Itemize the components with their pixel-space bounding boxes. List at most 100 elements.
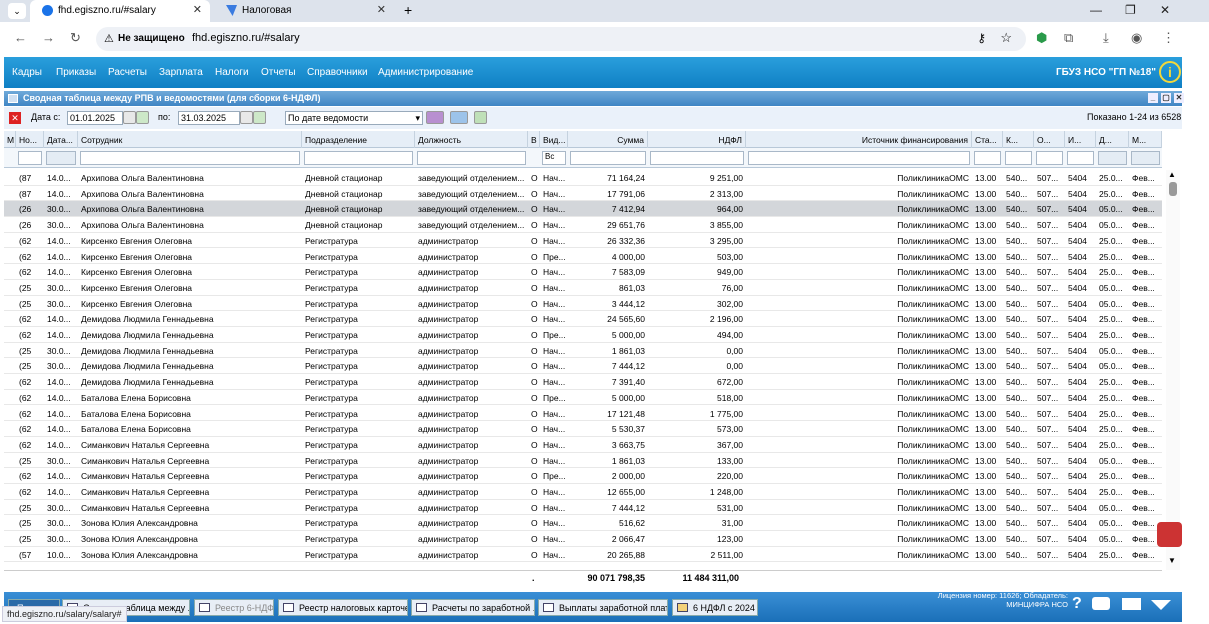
column-filter-input[interactable] [80,151,300,165]
scroll-up-icon[interactable]: ▲ [1168,170,1176,179]
tab-list-button[interactable]: ⌄ [8,3,26,19]
column-header[interactable]: Должность [415,131,528,148]
profile-icon[interactable]: ◉ [1131,30,1142,46]
column-filter-input[interactable] [18,151,42,165]
calendar-icon[interactable] [123,111,136,124]
menu-item-otchety[interactable]: Отчеты [261,67,296,78]
column-header[interactable]: Ста... [972,131,1003,148]
filter-purple-icon[interactable] [426,111,444,124]
menu-item-prikazy[interactable]: Приказы [56,67,96,78]
column-filter-input[interactable] [974,151,1001,165]
info-icon[interactable]: i [1159,61,1181,83]
table-row[interactable]: (26 30.0... Архипова Ольга Валентиновна Дне… [4,217,1162,233]
table-row[interactable]: (62 14.0... Демидова Людмила Геннадьевна Ре… [4,374,1162,390]
column-filter-input[interactable] [304,151,413,165]
menu-item-nalogi[interactable]: Налоги [215,67,249,78]
side-avatar-icon[interactable] [1157,522,1182,547]
date-from-field[interactable]: 01.01.2025 [67,111,123,125]
tab-close-icon[interactable]: ✕ [193,4,202,16]
column-filter-input[interactable] [1067,151,1094,165]
address-bar[interactable]: ⚠ Не защищено fhd.egiszno.ru/#salary ⚷ ☆ [96,27,1026,51]
column-header[interactable]: Подразделение [302,131,415,148]
menu-item-zarplata[interactable]: Зарплата [159,67,203,78]
date-filter-icon[interactable] [1098,151,1127,165]
table-row[interactable]: (62 14.0... Кирсенко Евгения Олеговна Регис… [4,233,1162,249]
key-icon[interactable]: ⚷ [977,31,986,45]
column-filter-input[interactable] [1036,151,1063,165]
column-header[interactable]: Дата... [44,131,78,148]
back-icon[interactable]: ← [14,30,27,45]
taskbar-item-raschety[interactable]: Расчеты по заработной ... [411,599,535,616]
calendar-icon[interactable] [240,111,253,124]
table-row[interactable]: (25 30.0... Демидова Людмила Геннадьевна Ре… [4,343,1162,359]
shield-extension-icon[interactable]: ⬢ [1036,30,1047,46]
table-row[interactable]: (62 14.0... Демидова Людмила Геннадьевна Ре… [4,311,1162,327]
column-header[interactable]: К... [1003,131,1034,148]
browser-tab-active[interactable]: fhd.egiszno.ru/#salary ✕ [30,0,210,22]
window-minimize-icon[interactable]: _ [1148,93,1158,103]
url-text[interactable]: fhd.egiszno.ru/#salary [192,32,300,44]
table-row[interactable]: (25 30.0... Зонова Юлия Александровна Регис… [4,531,1162,547]
scroll-thumb[interactable] [1169,182,1177,196]
table-row[interactable]: (25 30.0... Демидова Людмила Геннадьевна Ре… [4,358,1162,375]
bookmark-star-icon[interactable]: ☆ [1000,30,1012,46]
help-icon[interactable]: ? [1072,595,1082,613]
window-maximize-icon[interactable]: ▢ [1161,93,1171,103]
menu-item-raschety[interactable]: Расчеты [108,67,147,78]
column-header[interactable]: В [528,131,540,148]
column-filter-input[interactable] [1005,151,1032,165]
column-header[interactable]: И... [1065,131,1096,148]
table-row[interactable]: (25 30.0... Кирсенко Евгения Олеговна Регис… [4,280,1162,296]
table-row[interactable]: (62 14.0... Баталова Елена Борисовна Регист… [4,390,1162,406]
table-row[interactable]: (62 14.0... Баталова Елена Борисовна Регист… [4,406,1162,422]
browser-tab[interactable]: Налоговая ✕ [218,0,394,22]
window-close-icon[interactable]: ✕ [1174,93,1184,103]
table-row[interactable]: (62 14.0... Баталова Елена Борисовна Регист… [4,421,1162,437]
taskbar-item-reestr-6ndfl[interactable]: Реестр 6-НДФЛ [194,599,274,616]
menu-item-admin[interactable]: Администрирование [378,67,473,78]
menu-item-spravochniki[interactable]: Справочники [307,67,368,78]
scroll-down-icon[interactable]: ▼ [1168,556,1176,565]
table-row[interactable]: (25 30.0... Кирсенко Евгения Олеговна Регис… [4,296,1162,312]
type-filter-select[interactable]: Вс [542,151,566,165]
column-header[interactable]: Д... [1096,131,1129,148]
date-filter-icon[interactable] [46,151,76,165]
table-row[interactable]: (26 30.0... Архипова Ольга Валентиновна Дне… [4,201,1162,218]
date-filter-icon[interactable] [1131,151,1160,165]
reload-icon[interactable]: ↻ [70,30,81,46]
table-row[interactable]: (87 14.0... Архипова Ольга Валентиновна Дне… [4,186,1162,202]
column-header[interactable]: НДФЛ [648,131,746,148]
column-header[interactable]: Вид... [540,131,568,148]
column-filter-input[interactable] [650,151,744,165]
dropdown-triangle-icon[interactable] [1151,600,1171,610]
vertical-scrollbar[interactable]: ▲ ▼ [1166,170,1180,570]
new-tab-icon[interactable]: + [404,2,412,18]
table-row[interactable]: (87 14.0... Архипова Ольга Валентиновна Дне… [4,170,1162,186]
calendar-clear-icon[interactable] [253,111,266,124]
column-header[interactable]: Источник финансирования [746,131,972,148]
column-header[interactable]: Но... [16,131,44,148]
table-row[interactable]: (62 14.0... Симанкович Наталья Сергеевна Ре… [4,484,1162,500]
column-header[interactable]: Сумма [568,131,648,148]
table-row[interactable]: (62 14.0... Демидова Людмила Геннадьевна Ре… [4,327,1162,343]
table-row[interactable]: (62 14.0... Симанкович Наталья Сергеевна Ре… [4,437,1162,453]
table-row[interactable]: (57 10.0... Зонова Юлия Александровна Регис… [4,547,1162,563]
sort-select[interactable]: По дате ведомости ▾ [285,111,423,125]
table-row[interactable]: (62 14.0... Кирсенко Евгения Олеговна Регис… [4,264,1162,280]
minimize-icon[interactable]: — [1090,3,1102,17]
print-icon[interactable] [450,111,468,124]
table-row[interactable]: (25 30.0... Зонова Юлия Александровна Регис… [4,515,1162,532]
table-row[interactable]: (25 30.0... Симанкович Наталья Сергеевна Ре… [4,453,1162,469]
date-to-field[interactable]: 31.03.2025 [178,111,240,125]
column-filter-input[interactable] [748,151,970,165]
restore-icon[interactable]: ❐ [1125,3,1136,17]
camera-icon[interactable] [1092,597,1110,610]
table-row[interactable]: (25 30.0... Симанкович Наталья Сергеевна Ре… [4,500,1162,516]
column-header[interactable]: М [4,131,16,148]
download-icon[interactable]: ⤓ [1103,30,1109,46]
tab-close-icon[interactable]: ✕ [377,4,386,16]
column-header[interactable]: М... [1129,131,1162,148]
mail-icon[interactable] [1122,598,1141,610]
column-header[interactable]: О... [1034,131,1065,148]
forward-icon[interactable]: → [42,30,55,45]
